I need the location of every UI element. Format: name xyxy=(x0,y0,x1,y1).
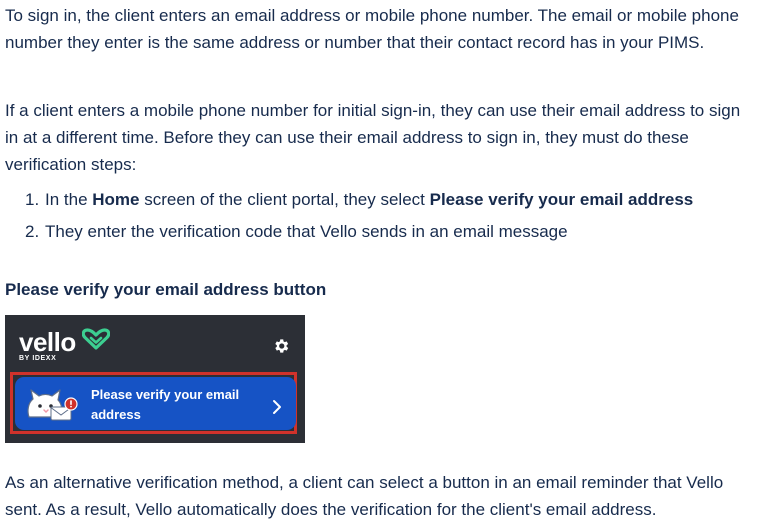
intro-paragraph: To sign in, the client enters an email a… xyxy=(5,6,739,52)
vello-logo: vello xyxy=(19,327,76,357)
cat-envelope-icon xyxy=(23,387,85,429)
step-emphasis-verify: Please verify your email address xyxy=(429,190,694,209)
step-text: They enter the verification code that Ve… xyxy=(45,222,568,241)
gear-icon[interactable] xyxy=(272,336,290,363)
chevron-right-icon xyxy=(271,396,283,423)
section-heading: Please verify your email address button xyxy=(5,280,327,299)
verification-steps-list: 1. In the Home screen of the client porta… xyxy=(5,186,693,250)
step-number: 2. xyxy=(25,222,40,241)
step-text: screen of the client portal, they select xyxy=(139,190,430,209)
step-emphasis-home: Home xyxy=(92,190,140,209)
verification-paragraph: If a client enters a mobile phone number… xyxy=(5,101,741,174)
logo-subtext: BY IDEXX xyxy=(19,355,57,362)
verify-email-button-label: Please verify your email address xyxy=(91,387,240,422)
heart-icon xyxy=(81,328,111,358)
screenshot-figure: vello BY IDEXX Please verify your email … xyxy=(5,315,305,443)
step-text: In the xyxy=(45,190,93,209)
list-item: 1. In the Home screen of the client porta… xyxy=(5,186,693,213)
step-number: 1. xyxy=(25,190,40,209)
list-item: 2. They enter the verification code that … xyxy=(5,218,693,245)
alternative-method-paragraph: As an alternative verification method, a… xyxy=(5,473,724,519)
document-page: To sign in, the client enters an email a… xyxy=(0,0,767,526)
verify-email-button[interactable]: Please verify your email address xyxy=(15,377,296,430)
